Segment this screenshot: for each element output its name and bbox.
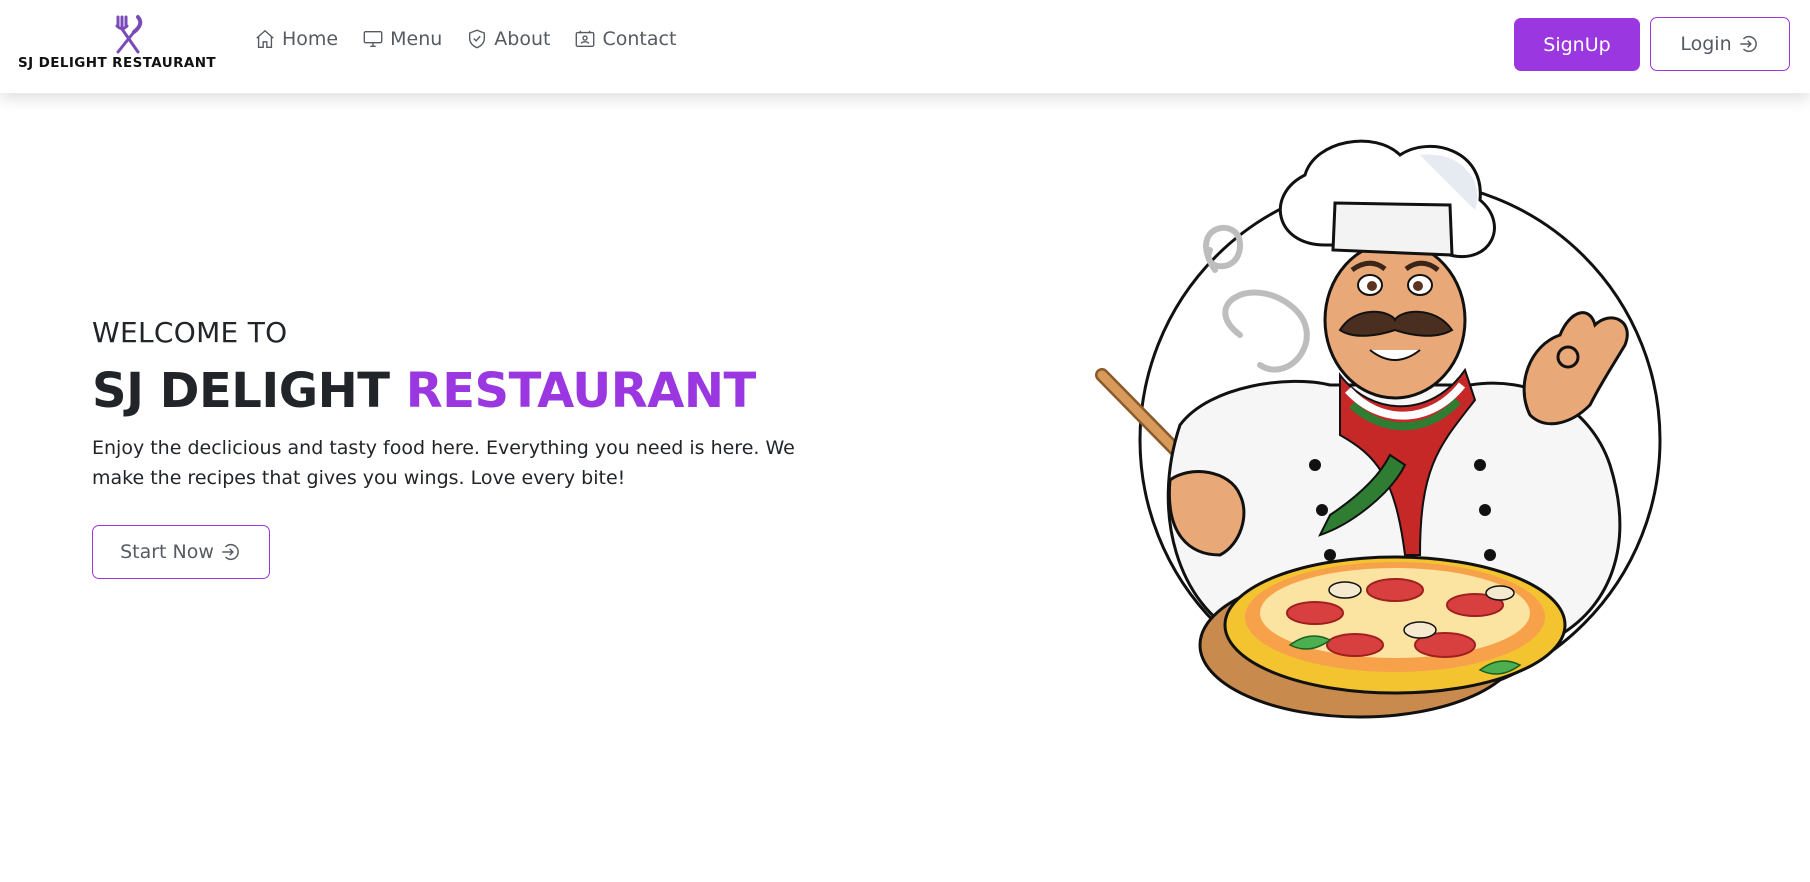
hero-title: SJ DELIGHT RESTAURANT — [92, 363, 812, 419]
navbar: SJ DELIGHT RESTAURANT Home Menu About Co… — [0, 0, 1810, 93]
hero-title-main: SJ DELIGHT — [92, 363, 406, 419]
nav-item-contact[interactable]: Contact — [574, 28, 676, 50]
main-nav: Home Menu About Contact — [254, 28, 676, 50]
nav-item-menu[interactable]: Menu — [362, 28, 442, 50]
nav-item-home[interactable]: Home — [254, 28, 338, 50]
sign-in-icon — [1739, 35, 1757, 53]
nav-item-about[interactable]: About — [466, 28, 550, 50]
nav-item-menu-label: Menu — [390, 28, 443, 50]
home-icon — [256, 29, 274, 48]
hero-description: Enjoy the declicious and tasty food here… — [92, 437, 795, 489]
shield-check-icon — [469, 29, 486, 49]
chef-with-pizza-illustration — [1095, 139, 1662, 719]
brand-name: SJ DELIGHT RESTAURANT — [18, 55, 217, 71]
hero-text: WELCOME TO SJ DELIGHT RESTAURANT Enjoy t… — [92, 316, 812, 493]
contact-card-icon — [576, 30, 595, 48]
nav-item-contact-label: Contact — [602, 28, 677, 50]
hero-title-accent: RESTAURANT — [405, 363, 757, 419]
login-button[interactable]: Login — [1650, 17, 1790, 71]
signup-button[interactable]: SignUp — [1514, 18, 1640, 71]
fork-knife-icon — [115, 15, 143, 54]
monitor-icon — [363, 30, 383, 48]
brand-logo-link[interactable]: SJ DELIGHT RESTAURANT — [18, 14, 217, 74]
start-now-label: Start Now — [120, 541, 214, 563]
sign-in-icon — [222, 543, 239, 561]
nav-item-about-label: About — [494, 28, 551, 50]
nav-item-home-label: Home — [282, 28, 339, 50]
login-button-label: Login — [1680, 33, 1732, 55]
hero-kicker: WELCOME TO — [92, 316, 288, 349]
start-now-button[interactable]: Start Now — [92, 525, 270, 579]
